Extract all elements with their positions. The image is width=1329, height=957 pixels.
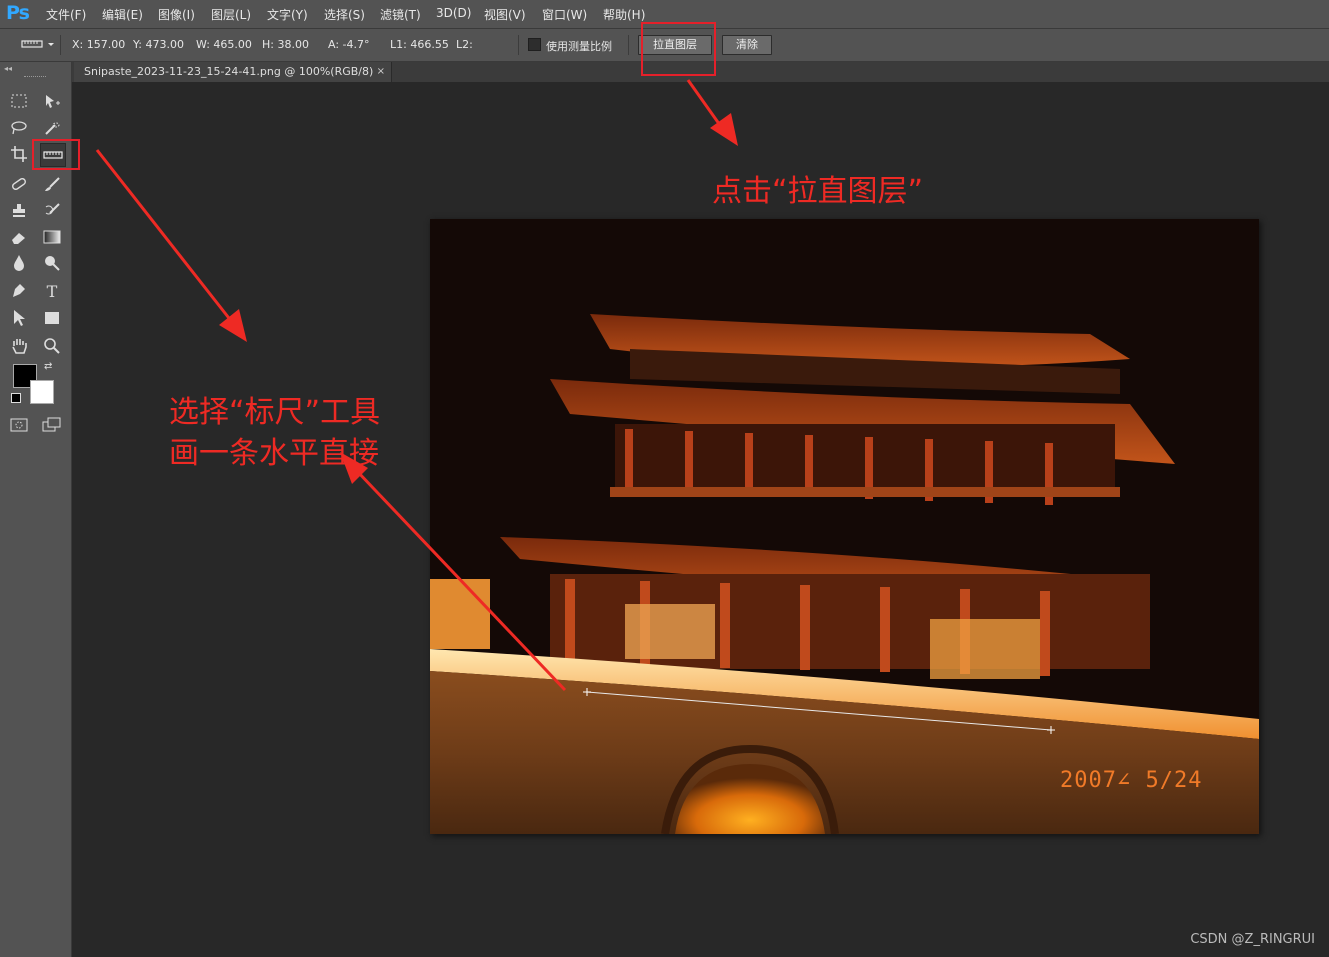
- csdn-watermark: CSDN @Z_RINGRUI: [1190, 932, 1315, 947]
- type-icon[interactable]: T: [40, 280, 64, 302]
- menu-select[interactable]: 选择(S): [324, 6, 365, 23]
- swap-colors-icon[interactable]: ⇄: [44, 361, 52, 372]
- menu-view[interactable]: 视图(V): [484, 6, 526, 23]
- rectangle-icon[interactable]: [40, 307, 64, 329]
- use-measurement-scale-checkbox[interactable]: [528, 38, 541, 51]
- menu-3d[interactable]: 3D(D): [436, 6, 471, 20]
- menu-window[interactable]: 窗口(W): [542, 6, 587, 23]
- ruler-preset-icon[interactable]: [8, 35, 54, 56]
- background-color-swatch[interactable]: [30, 380, 54, 404]
- straighten-button-highlight: [641, 22, 716, 76]
- use-measurement-scale-label: 使用测量比例: [546, 40, 612, 53]
- eraser-icon[interactable]: [7, 226, 31, 248]
- arrow-to-ruler-head: [219, 309, 247, 342]
- angle-readout: A: -4.7°: [328, 38, 370, 51]
- menu-file[interactable]: 文件(F): [46, 6, 86, 23]
- photo-drum-tower: [430, 219, 1259, 834]
- x-readout: X: 157.00: [72, 38, 126, 51]
- arrow-to-annotation-head: [710, 113, 738, 146]
- y-readout: Y: 473.00: [133, 38, 184, 51]
- default-colors-icon[interactable]: [11, 393, 21, 403]
- zoom-icon[interactable]: [40, 335, 64, 357]
- stamp-icon[interactable]: [7, 199, 31, 221]
- document-tab-title: Snipaste_2023-11-23_15-24-41.png @ 100%(…: [84, 65, 374, 78]
- menu-filter[interactable]: 滤镜(T): [380, 6, 421, 23]
- hand-icon[interactable]: [7, 335, 31, 357]
- width-readout: W: 465.00: [196, 38, 252, 51]
- collapse-panel-icon[interactable]: ◂◂: [4, 64, 12, 73]
- menu-type[interactable]: 文字(Y): [267, 6, 308, 23]
- photo-date-stamp: 2007∠ 5∕24: [1060, 768, 1203, 793]
- dodge-icon[interactable]: [40, 252, 64, 274]
- menu-edit[interactable]: 编辑(E): [102, 6, 143, 23]
- menu-layer[interactable]: 图层(L): [211, 6, 251, 23]
- lasso-icon[interactable]: [7, 117, 31, 139]
- quick-mask-icon[interactable]: [7, 414, 31, 436]
- history-brush-icon[interactable]: [40, 199, 64, 221]
- clear-button[interactable]: 清除: [722, 35, 772, 55]
- annotation-click-straighten: 点击“拉直图层”: [712, 174, 924, 209]
- toolbox-panel: ◂◂ T ⇄: [0, 62, 80, 957]
- ruler-tool-highlight: [32, 139, 80, 170]
- marquee-icon[interactable]: [7, 90, 31, 112]
- close-tab-icon[interactable]: ×: [377, 62, 385, 82]
- screen-mode-icon[interactable]: [40, 414, 64, 436]
- brush-icon[interactable]: [40, 173, 64, 195]
- menu-help[interactable]: 帮助(H): [603, 6, 645, 23]
- menu-image[interactable]: 图像(I): [158, 6, 195, 23]
- crop-icon[interactable]: [7, 143, 31, 165]
- annotation-select-ruler-line1: 选择“标尺”工具: [169, 395, 381, 430]
- length1-readout: L1: 466.55: [390, 38, 449, 51]
- pen-icon[interactable]: [7, 280, 31, 302]
- document-canvas[interactable]: 2007∠ 5∕24: [430, 219, 1259, 834]
- panel-grip[interactable]: [24, 76, 46, 79]
- move-icon[interactable]: [40, 90, 64, 112]
- document-tab[interactable]: Snipaste_2023-11-23_15-24-41.png @ 100%(…: [74, 62, 392, 82]
- healing-icon[interactable]: [7, 173, 31, 195]
- quick-select-icon[interactable]: [40, 117, 64, 139]
- length2-readout: L2:: [456, 38, 473, 51]
- photoshop-logo-icon: Ps: [6, 2, 30, 24]
- annotation-select-ruler-line2: 画一条水平直接: [169, 436, 379, 471]
- path-select-icon[interactable]: [7, 307, 31, 329]
- gradient-icon[interactable]: [40, 226, 64, 248]
- blur-icon[interactable]: [7, 252, 31, 274]
- height-readout: H: 38.00: [262, 38, 309, 51]
